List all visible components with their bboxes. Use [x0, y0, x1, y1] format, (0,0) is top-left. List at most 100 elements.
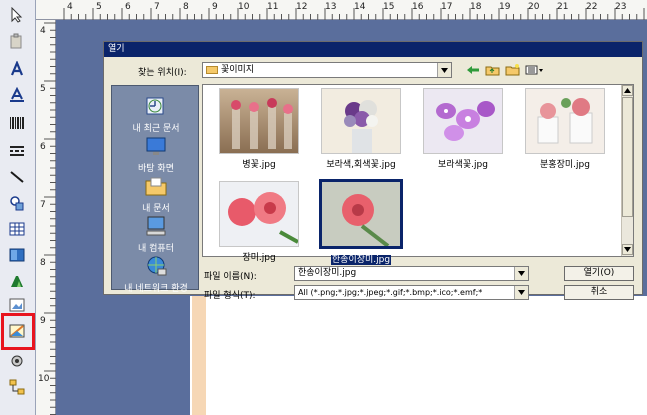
place-label: 바탕 화면 — [138, 164, 174, 174]
document-page[interactable] — [190, 296, 647, 415]
rectangle-icon[interactable] — [5, 244, 29, 266]
vertical-scrollbar[interactable] — [621, 85, 633, 256]
ruler-top-label: 11 — [267, 2, 279, 12]
ruler-top-label: 8 — [183, 2, 189, 12]
open-file-dialog: 열기 찾는 위치(I): 꽃이미지 내 최근 문서 바탕 화면 내 문서 내 컴… — [103, 41, 643, 301]
back-icon[interactable] — [464, 62, 481, 78]
file-name: 한송이장미.jpg — [330, 255, 392, 265]
thumbnail-rose — [219, 181, 299, 247]
open-button[interactable]: 열기(O) — [564, 266, 634, 281]
paste-icon[interactable] — [5, 30, 29, 52]
ruler-top-label: 10 — [238, 2, 250, 12]
ruler-top-label: 19 — [499, 2, 511, 12]
ruler-top-label: 5 — [96, 2, 102, 12]
file-item-selected[interactable]: 한송이장미.jpg — [315, 179, 407, 265]
ruler-left-label: 8 — [40, 258, 46, 268]
filetype-label: 파일 형식(T): — [204, 291, 256, 301]
file-name: 보라색,회색꽃.jpg — [326, 160, 396, 170]
chevron-down-icon[interactable] — [437, 63, 451, 77]
file-item[interactable]: 보라색,회색꽃.jpg — [315, 88, 407, 170]
thumbnail-vase-flowers — [219, 88, 299, 154]
hierarchy-icon[interactable] — [5, 376, 29, 398]
desktop-icon — [143, 134, 169, 158]
application-window: 4 5 6 7 8 9 10 11 12 13 14 15 16 17 18 1… — [0, 0, 647, 415]
chevron-down-icon[interactable] — [514, 267, 528, 280]
ruler-top-label: 23 — [615, 2, 627, 12]
page-margin-guide — [192, 296, 206, 415]
ruler-top-label: 4 — [67, 2, 73, 12]
thumbnail-purple-orchids — [423, 88, 503, 154]
text-box-icon[interactable] — [5, 84, 29, 106]
ruler-top-label: 17 — [441, 2, 453, 12]
place-network[interactable]: 내 네트워크 환경 — [112, 254, 200, 294]
place-recent[interactable]: 내 최근 문서 — [112, 94, 200, 134]
file-list[interactable]: 병꽃.jpg 보라색,회색꽃.jpg 보라색꽃.jpg 분홍장미.jpg 장미.… — [202, 84, 634, 265]
file-name: 분홍장미.jpg — [540, 160, 590, 170]
file-name: 장미.jpg — [242, 253, 276, 263]
ruler-top-label: 18 — [470, 2, 482, 12]
file-item[interactable]: 보라색꽃.jpg — [417, 88, 509, 170]
place-label: 내 네트워크 환경 — [124, 284, 188, 294]
file-name: 보라색꽃.jpg — [438, 160, 488, 170]
place-my-computer[interactable]: 내 컴퓨터 — [112, 214, 200, 254]
ruler-left-label: 6 — [40, 142, 46, 152]
scroll-down-icon[interactable] — [622, 244, 633, 255]
place-my-documents[interactable]: 내 문서 — [112, 174, 200, 214]
ruler-horizontal: 4 5 6 7 8 9 10 11 12 13 14 15 16 17 18 1… — [40, 0, 647, 20]
my-computer-icon — [143, 214, 169, 238]
ruler-top-label: 13 — [325, 2, 337, 12]
cancel-button[interactable]: 취소 — [564, 285, 634, 300]
scroll-up-icon[interactable] — [622, 85, 633, 96]
ruler-top-label: 12 — [296, 2, 308, 12]
scrollbar-thumb[interactable] — [622, 97, 633, 217]
filename-input[interactable]: 한송이장미.jpg — [294, 266, 529, 281]
file-item[interactable]: 장미.jpg — [213, 181, 305, 263]
settings-icon[interactable] — [5, 350, 29, 372]
ruler-left-label: 9 — [40, 316, 46, 326]
place-label: 내 최근 문서 — [132, 124, 180, 134]
line-icon[interactable] — [5, 166, 29, 188]
place-label: 내 문서 — [142, 204, 170, 214]
table-icon[interactable] — [5, 218, 29, 240]
select-arrow-icon[interactable] — [5, 4, 29, 26]
ruler-top-label: 16 — [412, 2, 424, 12]
new-folder-icon[interactable] — [504, 62, 521, 78]
look-in-combo[interactable]: 꽃이미지 — [202, 62, 452, 78]
thumbnail-single-rose — [319, 179, 403, 249]
places-bar: 내 최근 문서 바탕 화면 내 문서 내 컴퓨터 내 네트워크 환경 — [111, 85, 200, 294]
look-in-label: 찾는 위치(I): — [138, 68, 187, 78]
file-item[interactable]: 병꽃.jpg — [213, 88, 305, 170]
filetype-value: All (*.png;*.jpg;*.jpeg;*.gif;*.bmp;*.ic… — [298, 288, 483, 297]
barcode-icon[interactable] — [5, 112, 29, 134]
image-icon[interactable] — [5, 320, 29, 342]
ruler-top-label: 20 — [528, 2, 540, 12]
ruler-left-label: 5 — [40, 84, 46, 94]
shapes-icon[interactable] — [5, 192, 29, 214]
look-in-value: 꽃이미지 — [221, 65, 255, 75]
ruler-top-label: 15 — [383, 2, 395, 12]
ruler-left-label: 4 — [40, 26, 46, 36]
filename-label: 파일 이름(N): — [204, 272, 257, 282]
my-documents-icon — [143, 174, 169, 198]
thumbnail-pink-roses — [525, 88, 605, 154]
place-label: 내 컴퓨터 — [138, 244, 174, 254]
ruler-top-label: 14 — [354, 2, 366, 12]
network-icon — [143, 254, 169, 278]
folder-icon — [206, 66, 218, 74]
thumbnail-purple-white-flowers — [321, 88, 401, 154]
ruler-vertical: 4 5 6 7 8 9 10 — [36, 20, 56, 415]
chevron-down-icon[interactable] — [514, 286, 528, 299]
filetype-select[interactable]: All (*.png;*.jpg;*.jpeg;*.gif;*.bmp;*.ic… — [294, 285, 529, 300]
text-icon[interactable] — [5, 58, 29, 80]
view-menu-icon[interactable] — [524, 62, 546, 78]
up-folder-icon[interactable] — [484, 62, 501, 78]
file-item[interactable]: 분홍장미.jpg — [519, 88, 611, 170]
ruler-left-label: 10 — [38, 374, 50, 384]
filename-value: 한송이장미.jpg — [298, 268, 357, 278]
recent-documents-icon — [143, 94, 169, 118]
chart-icon[interactable] — [5, 270, 29, 292]
place-desktop[interactable]: 바탕 화면 — [112, 134, 200, 174]
barcode2d-icon[interactable] — [5, 140, 29, 162]
tool-palette — [0, 0, 36, 415]
dialog-title: 열기 — [104, 42, 642, 57]
